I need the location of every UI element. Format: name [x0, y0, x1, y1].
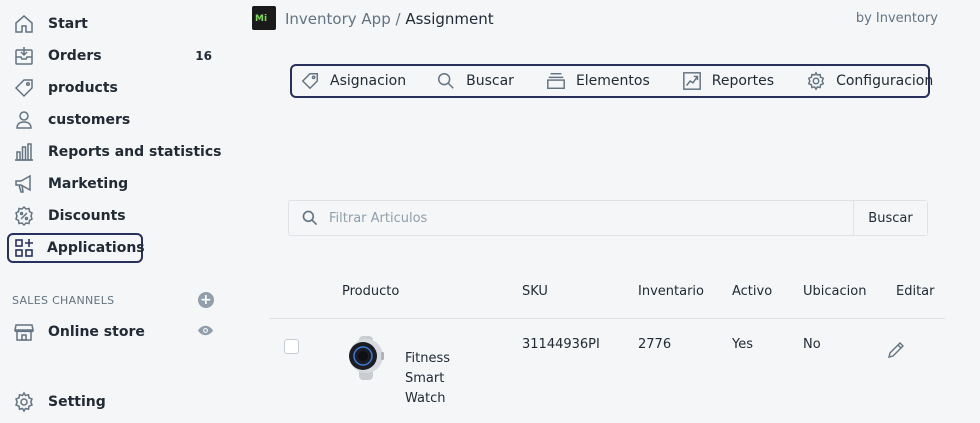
app-author: by Inventory — [856, 11, 938, 26]
search-icon — [302, 210, 318, 226]
by-label: by — [855, 11, 872, 26]
sidebar-item-reports[interactable]: Reports and statistics — [8, 137, 222, 167]
sidebar-item-label: Setting — [48, 394, 106, 410]
sidebar-item-customers[interactable]: customers — [8, 105, 222, 135]
tab-configuracion[interactable]: Configuracion — [806, 71, 933, 91]
sidebar-item-discounts[interactable]: Discounts — [8, 201, 222, 231]
breadcrumb-app-link[interactable]: Inventory App — [285, 10, 391, 28]
tag-icon — [12, 76, 36, 100]
sidebar-item-label: products — [48, 80, 118, 96]
tab-label: Elementos — [575, 73, 650, 89]
sidebar-item-label: Orders — [48, 48, 102, 64]
sidebar-item-label: Start — [48, 16, 88, 32]
sidebar-item-marketing[interactable]: Marketing — [8, 169, 222, 199]
sales-channels-label: SALES CHANNELS — [12, 293, 115, 307]
home-icon — [12, 12, 36, 36]
gear-icon — [807, 71, 825, 91]
sidebar-item-label: Discounts — [48, 208, 126, 224]
sidebar-item-label: Reports and statistics — [48, 144, 222, 160]
product-name[interactable]: Fitness Smart Watch — [405, 349, 465, 409]
column-header-product[interactable]: Producto — [342, 284, 399, 299]
sidebar-item-setting[interactable]: Setting — [8, 387, 222, 417]
location-cell: No — [803, 337, 821, 352]
sidebar-item-label: Marketing — [48, 176, 129, 192]
sidebar-item-label: customers — [48, 112, 131, 128]
active-cell: Yes — [732, 337, 753, 352]
tab-elementos[interactable]: Elementos — [546, 71, 650, 91]
bar-chart-icon — [12, 140, 36, 164]
discount-icon — [12, 204, 36, 228]
orders-icon — [12, 44, 36, 68]
breadcrumb: Inventory App / Assignment — [285, 10, 494, 28]
store-icon — [12, 320, 36, 344]
product-thumbnail — [349, 336, 384, 380]
chart-icon — [682, 72, 701, 90]
tab-label: Reportes — [711, 73, 775, 89]
table-header-divider — [269, 318, 945, 319]
sales-channels-header: SALES CHANNELS + — [12, 292, 214, 308]
apps-icon — [13, 236, 35, 260]
tab-asignacion[interactable]: Asignacion — [300, 71, 406, 91]
search-icon — [438, 73, 454, 89]
filter-bar: Buscar — [288, 200, 928, 236]
sidebar: Start Orders 16 products customers Repor… — [0, 0, 240, 423]
inventory-cell: 2776 — [638, 337, 672, 352]
gear-icon — [12, 390, 36, 414]
sidebar-item-label: Online store — [48, 324, 145, 340]
column-header-edit: Editar — [896, 284, 935, 299]
search-button[interactable]: Buscar — [853, 201, 927, 235]
sku-cell: 31144936PI — [522, 337, 600, 352]
tag-icon — [301, 73, 318, 90]
person-icon — [12, 108, 36, 132]
breadcrumb-separator: / — [395, 10, 401, 28]
by-value: Inventory — [875, 11, 938, 26]
tab-label: Buscar — [466, 73, 514, 89]
sidebar-item-online-store[interactable]: Online store — [8, 317, 222, 347]
page-title: Assignment — [405, 10, 494, 28]
app-tab-bar: Asignacion Buscar Elementos Reportes Con… — [290, 64, 933, 98]
sidebar-item-start[interactable]: Start — [8, 9, 222, 39]
column-header-location[interactable]: Ubicacion — [803, 284, 866, 299]
pencil-icon[interactable] — [886, 340, 906, 360]
sidebar-item-label: Applications — [47, 240, 145, 256]
orders-count-badge: 16 — [195, 49, 212, 63]
tab-buscar[interactable]: Buscar — [436, 71, 514, 91]
tab-label: Configuracion — [836, 73, 934, 89]
column-header-sku[interactable]: SKU — [522, 284, 548, 299]
eye-icon[interactable] — [197, 322, 214, 343]
filter-input[interactable] — [329, 210, 853, 226]
add-channel-icon[interactable]: + — [198, 292, 214, 308]
column-header-active[interactable]: Activo — [732, 284, 772, 299]
sidebar-item-applications[interactable]: Applications — [7, 233, 145, 263]
row-checkbox[interactable] — [284, 339, 299, 354]
tab-label: Asignacion — [330, 73, 407, 89]
sidebar-item-orders[interactable]: Orders 16 — [8, 41, 222, 71]
app-logo: Mi — [252, 6, 276, 30]
sidebar-item-products[interactable]: products — [8, 73, 222, 103]
column-header-inventory[interactable]: Inventario — [638, 284, 704, 299]
megaphone-icon — [12, 172, 36, 196]
tab-reportes[interactable]: Reportes — [682, 71, 774, 91]
stack-icon — [547, 73, 565, 89]
